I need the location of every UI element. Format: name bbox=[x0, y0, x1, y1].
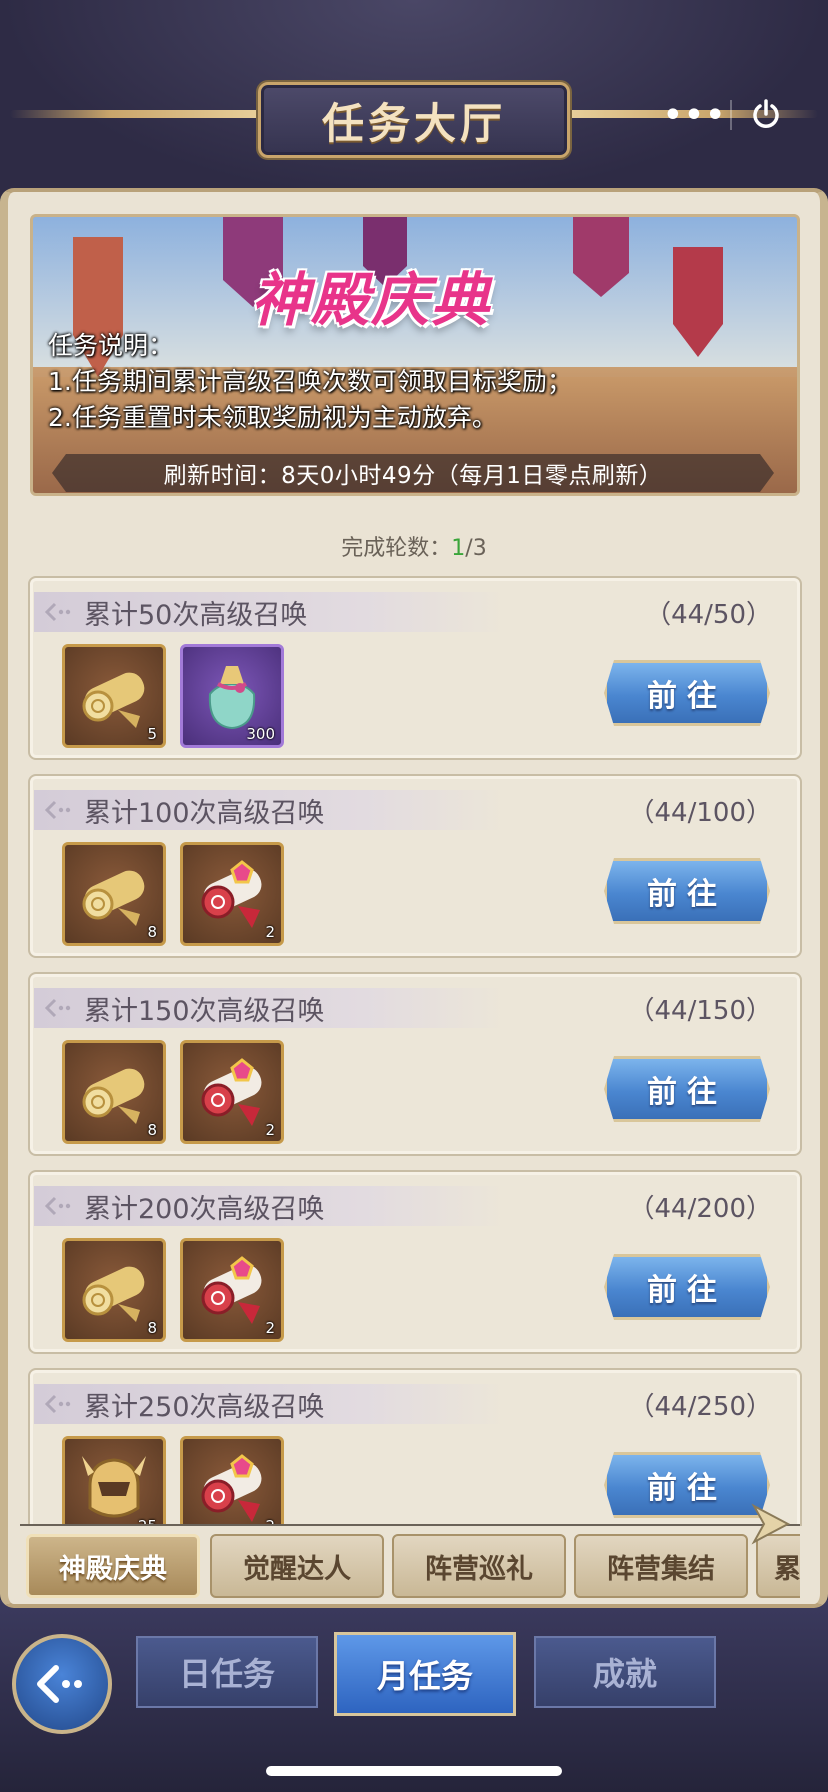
red-scroll-icon bbox=[201, 860, 262, 928]
rounds-label: 完成轮数： bbox=[341, 536, 452, 561]
reward-item[interactable]: 300 bbox=[180, 644, 284, 748]
task-card: 累计200次高级召唤 （44/200） 8 2 前往 bbox=[28, 1170, 802, 1354]
title-plate: 任务大厅 bbox=[258, 82, 570, 158]
reward-count: 2 bbox=[265, 923, 275, 941]
task-card: 累计50次高级召唤 （44/50） 5 300 前往 bbox=[28, 576, 802, 760]
description-line-2: 2.任务重置时未领取奖励视为主动放弃。 bbox=[48, 403, 497, 432]
scroll-right-button[interactable] bbox=[740, 1494, 800, 1554]
task-name: 累计150次高级召唤 bbox=[84, 995, 325, 1027]
golden-helmet-icon bbox=[82, 1456, 146, 1518]
event-logo: 神殿庆典 bbox=[251, 266, 492, 334]
task-progress: （44/150） bbox=[628, 996, 772, 1026]
task-header: 累计200次高级召唤 bbox=[34, 1186, 506, 1226]
back-button[interactable] bbox=[12, 1634, 112, 1734]
gold-scroll-icon bbox=[82, 1068, 145, 1124]
gold-scroll-icon bbox=[82, 870, 145, 926]
task-name: 累计50次高级召唤 bbox=[84, 599, 308, 631]
reward-item[interactable]: 8 bbox=[62, 1040, 166, 1144]
miniprogram-capsule: ••• bbox=[660, 84, 800, 146]
reward-count: 8 bbox=[147, 923, 157, 941]
task-progress: （44/100） bbox=[628, 798, 772, 828]
task-card: 累计150次高级召唤 （44/150） 8 2 前往 bbox=[28, 972, 802, 1156]
power-icon bbox=[753, 99, 779, 128]
task-header: 累计250次高级召唤 bbox=[34, 1384, 506, 1424]
task-card: 累计100次高级召唤 （44/100） 8 2 前往 bbox=[28, 774, 802, 958]
title-ornament-left bbox=[10, 110, 260, 118]
tab-faction-tour[interactable]: 阵营巡礼 bbox=[392, 1534, 566, 1598]
reward-count: 8 bbox=[147, 1121, 157, 1139]
reward-count: 2 bbox=[265, 1121, 275, 1139]
tab-monthly-tasks[interactable]: 月任务 bbox=[334, 1632, 516, 1716]
refresh-time-text: 刷新时间：8天0小时49分（每月1日零点刷新） bbox=[163, 463, 663, 489]
chevron-right-icon bbox=[751, 1503, 791, 1545]
tab-temple-celebration[interactable]: 神殿庆典 bbox=[26, 1534, 200, 1598]
task-name: 累计100次高级召唤 bbox=[84, 797, 325, 829]
task-header: 累计50次高级召唤 bbox=[34, 592, 506, 632]
reward-item[interactable]: 2 bbox=[180, 1436, 284, 1526]
tab-faction-rally[interactable]: 阵营集结 bbox=[574, 1534, 748, 1598]
rounds-total: /3 bbox=[465, 536, 487, 561]
gold-scroll-icon bbox=[82, 1266, 145, 1322]
reward-item[interactable]: 8 bbox=[62, 1238, 166, 1342]
tab-daily-tasks[interactable]: 日任务 bbox=[136, 1636, 318, 1708]
reward-item[interactable]: 8 bbox=[62, 842, 166, 946]
back-arrow-icon bbox=[37, 1665, 82, 1703]
category-tab-bar: 神殿庆典 觉醒达人 阵营巡礼 阵营集结 累 bbox=[20, 1524, 800, 1604]
red-scroll-icon bbox=[201, 1454, 262, 1522]
reward-item[interactable]: 2 bbox=[180, 842, 284, 946]
go-button[interactable]: 前往 bbox=[604, 1254, 770, 1320]
home-indicator[interactable] bbox=[266, 1766, 562, 1776]
tab-awakening-master[interactable]: 觉醒达人 bbox=[210, 1534, 384, 1598]
reward-count: 8 bbox=[147, 1319, 157, 1337]
back-arrow-icon bbox=[34, 800, 84, 820]
task-progress: （44/200） bbox=[628, 1194, 772, 1224]
completed-rounds: 完成轮数：1/3 bbox=[0, 530, 828, 562]
close-button[interactable] bbox=[732, 98, 800, 132]
description-title: 任务说明： bbox=[48, 331, 174, 360]
task-description: 任务说明： 1.任务期间累计高级召唤次数可领取目标奖励； 2.任务重置时未领取奖… bbox=[48, 328, 788, 436]
go-button[interactable]: 前往 bbox=[604, 1056, 770, 1122]
back-arrow-icon bbox=[34, 1196, 84, 1216]
task-progress: （44/250） bbox=[628, 1392, 772, 1422]
reward-count: 300 bbox=[246, 725, 275, 743]
rounds-current: 1 bbox=[451, 536, 466, 561]
red-scroll-icon bbox=[201, 1256, 262, 1324]
task-progress: （44/50） bbox=[645, 600, 772, 630]
red-scroll-icon bbox=[201, 1058, 262, 1126]
reward-count: 5 bbox=[147, 725, 157, 743]
task-list[interactable]: 累计50次高级召唤 （44/50） 5 300 前往 累计100次高级召唤 （4… bbox=[28, 576, 802, 1526]
reward-item[interactable]: 25 bbox=[62, 1436, 166, 1526]
description-line-1: 1.任务期间累计高级召唤次数可领取目标奖励； bbox=[48, 367, 572, 396]
gold-scroll-icon bbox=[82, 672, 145, 728]
tab-achievements[interactable]: 成就 bbox=[534, 1636, 716, 1708]
reward-item[interactable]: 2 bbox=[180, 1040, 284, 1144]
back-arrow-icon bbox=[34, 602, 84, 622]
task-name: 累计200次高级召唤 bbox=[84, 1193, 325, 1225]
back-arrow-icon bbox=[34, 1394, 84, 1414]
task-name: 累计250次高级召唤 bbox=[84, 1391, 325, 1423]
task-header: 累计100次高级召唤 bbox=[34, 790, 506, 830]
go-button[interactable]: 前往 bbox=[604, 660, 770, 726]
reward-item[interactable]: 5 bbox=[62, 644, 166, 748]
back-arrow-icon bbox=[34, 998, 84, 1018]
go-button[interactable]: 前往 bbox=[604, 858, 770, 924]
page-title: 任务大厅 bbox=[321, 98, 506, 148]
task-card: 累计250次高级召唤 （44/250） 25 2 前往 bbox=[28, 1368, 802, 1526]
reward-count: 2 bbox=[265, 1319, 275, 1337]
refresh-time-bar: 刷新时间：8天0小时49分（每月1日零点刷新） bbox=[52, 454, 774, 492]
reward-item[interactable]: 2 bbox=[180, 1238, 284, 1342]
task-header: 累计150次高级召唤 bbox=[34, 988, 506, 1028]
more-menu-button[interactable]: ••• bbox=[660, 98, 730, 133]
